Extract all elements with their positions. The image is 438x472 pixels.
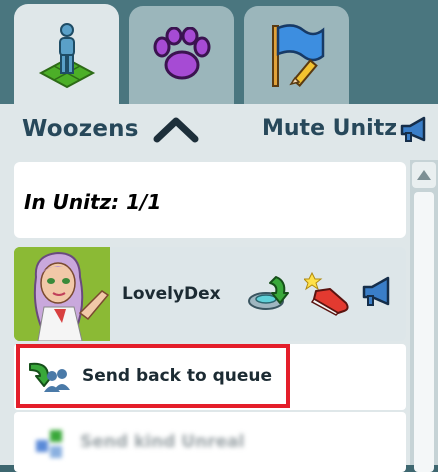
megaphone-icon[interactable] — [398, 115, 432, 149]
scrollbar-thumb[interactable] — [414, 192, 434, 472]
tab-flag[interactable] — [244, 6, 349, 104]
avatar[interactable] — [14, 247, 110, 341]
megaphone-icon[interactable] — [360, 275, 396, 313]
arrow-up-icon — [417, 170, 431, 180]
unitz-count-label: In Unitz: 1/1 — [24, 190, 162, 214]
tab-pets[interactable] — [129, 6, 234, 104]
blurred-item-label: Send kind Unreal — [80, 432, 245, 452]
paw-icon — [153, 27, 210, 80]
blurred-item-icon — [34, 426, 70, 466]
collapse-chevron-up-icon[interactable] — [152, 114, 200, 148]
tab-players[interactable] — [14, 4, 119, 108]
send-back-queue-icon[interactable] — [246, 271, 290, 319]
user-row[interactable]: LovelyDex — [14, 247, 406, 341]
user-name: LovelyDex — [122, 284, 221, 304]
mute-unitz-button[interactable]: Mute Unitz — [262, 116, 397, 141]
kick-shoe-icon[interactable] — [302, 269, 352, 321]
scroll-up-button[interactable] — [412, 162, 436, 188]
player-on-tile-icon — [38, 23, 95, 89]
highlight-box — [16, 344, 290, 408]
panel-title: Woozens — [22, 116, 139, 142]
flag-pencil-icon — [271, 24, 324, 87]
